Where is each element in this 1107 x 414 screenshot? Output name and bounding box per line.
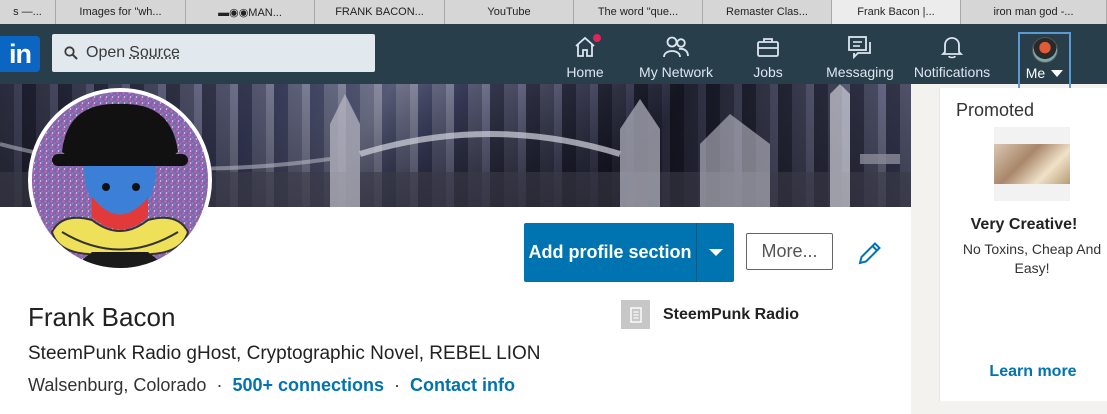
add-section-dropdown[interactable] (697, 249, 734, 256)
nav-item-my-network[interactable]: My Network (636, 30, 716, 80)
browser-tab[interactable]: s —... (0, 0, 56, 24)
promoted-panel: Promoted Very Creative! No Toxins, Cheap… (939, 88, 1107, 401)
browser-tab[interactable]: Images for "wh... (56, 0, 186, 24)
me-label: Me (1025, 65, 1046, 81)
tab-label: The word "que... (597, 6, 679, 18)
profile-card: Add profile section More... Frank Bacon … (0, 84, 911, 414)
browser-tab[interactable]: YouTube (445, 0, 574, 24)
tab-label: Remaster Clas... (726, 6, 808, 18)
nav-item-home[interactable]: Home (561, 30, 609, 80)
search-value-word: Source (129, 44, 180, 61)
nav-item-label: Messaging (826, 64, 894, 80)
organization-link[interactable]: SteemPunk Radio (621, 300, 799, 329)
promoted-header: Promoted (956, 100, 1035, 120)
add-profile-section-label: Add profile section (528, 242, 692, 262)
notification-dot (591, 32, 603, 44)
browser-tab[interactable]: The word "que... (574, 0, 703, 24)
chevron-down-icon (708, 249, 723, 256)
search-icon (64, 46, 78, 60)
avatar (1031, 37, 1058, 63)
logo-text: in (9, 38, 32, 69)
messaging-icon (846, 34, 874, 60)
ad-description: No Toxins, Cheap And Easy! (962, 241, 1102, 276)
profile-location: Walsenburg, Colorado (28, 375, 207, 395)
nav-item-label: Jobs (753, 64, 783, 80)
contact-info-link[interactable]: Contact info (410, 375, 515, 396)
meta-separator: · (216, 375, 223, 395)
chevron-down-icon (1051, 69, 1064, 77)
nav-item-label: Home (566, 64, 604, 80)
connections-link[interactable]: 500+ connections (232, 375, 384, 396)
tab-label: YouTube (487, 6, 531, 18)
briefcase-icon (754, 34, 782, 60)
tab-label: FRANK BACON... (335, 6, 424, 18)
more-label: More... (761, 241, 818, 261)
browser-tab[interactable]: Remaster Clas... (703, 0, 832, 24)
top-nav: in Open Source Home My Network Jobs Mess… (0, 24, 1107, 90)
more-button[interactable]: More... (746, 233, 833, 270)
nav-item-notifications[interactable]: Notifications (910, 30, 994, 80)
edit-pencil-icon[interactable] (856, 239, 884, 267)
profile-headline: SteemPunk Radio gHost, Cryptographic Nov… (28, 343, 541, 364)
profile-name: Frank Bacon (28, 302, 176, 332)
tab-label: ▬◉◉MAN... (218, 6, 282, 19)
profile-photo[interactable] (28, 88, 212, 272)
company-icon (621, 300, 650, 329)
browser-tab-strip: s —... Images for "wh... ▬◉◉MAN... FRANK… (0, 0, 1107, 24)
meta-separator: · (394, 375, 400, 395)
browser-tab[interactable]: FRANK BACON... (315, 0, 445, 24)
tab-label: Images for "wh... (79, 6, 162, 18)
ad-title[interactable]: Very Creative! (940, 216, 1107, 234)
nav-item-label: Notifications (913, 64, 991, 80)
browser-tab[interactable]: iron man god -... (961, 0, 1107, 24)
bell-icon (938, 34, 966, 60)
tab-label: iron man god -... (993, 6, 1074, 18)
network-icon (662, 34, 690, 60)
nav-item-messaging[interactable]: Messaging (824, 30, 896, 80)
profile-meta: Walsenburg, Colorado · 500+ connections … (28, 375, 515, 396)
ad-thumbnail[interactable] (994, 127, 1070, 201)
tab-label: s —... (13, 6, 42, 18)
learn-more-link[interactable]: Learn more (940, 363, 1107, 381)
nav-item-label: My Network (639, 64, 713, 80)
browser-tab[interactable]: ▬◉◉MAN... (186, 0, 315, 24)
add-profile-section-button[interactable]: Add profile section (524, 223, 734, 282)
organization-name: SteemPunk Radio (663, 305, 800, 323)
home-icon (571, 32, 603, 60)
search-value-word: Open (86, 44, 126, 61)
portrait-image (32, 92, 208, 268)
ad-image (994, 144, 1070, 184)
nav-item-jobs[interactable]: Jobs (748, 30, 788, 80)
linkedin-logo[interactable]: in (0, 36, 40, 72)
browser-tab-active[interactable]: Frank Bacon |... (832, 0, 961, 24)
search-input[interactable]: Open Source (52, 34, 375, 72)
me-menu-button[interactable]: Me (1018, 32, 1071, 90)
tab-label: Frank Bacon |... (857, 6, 935, 18)
